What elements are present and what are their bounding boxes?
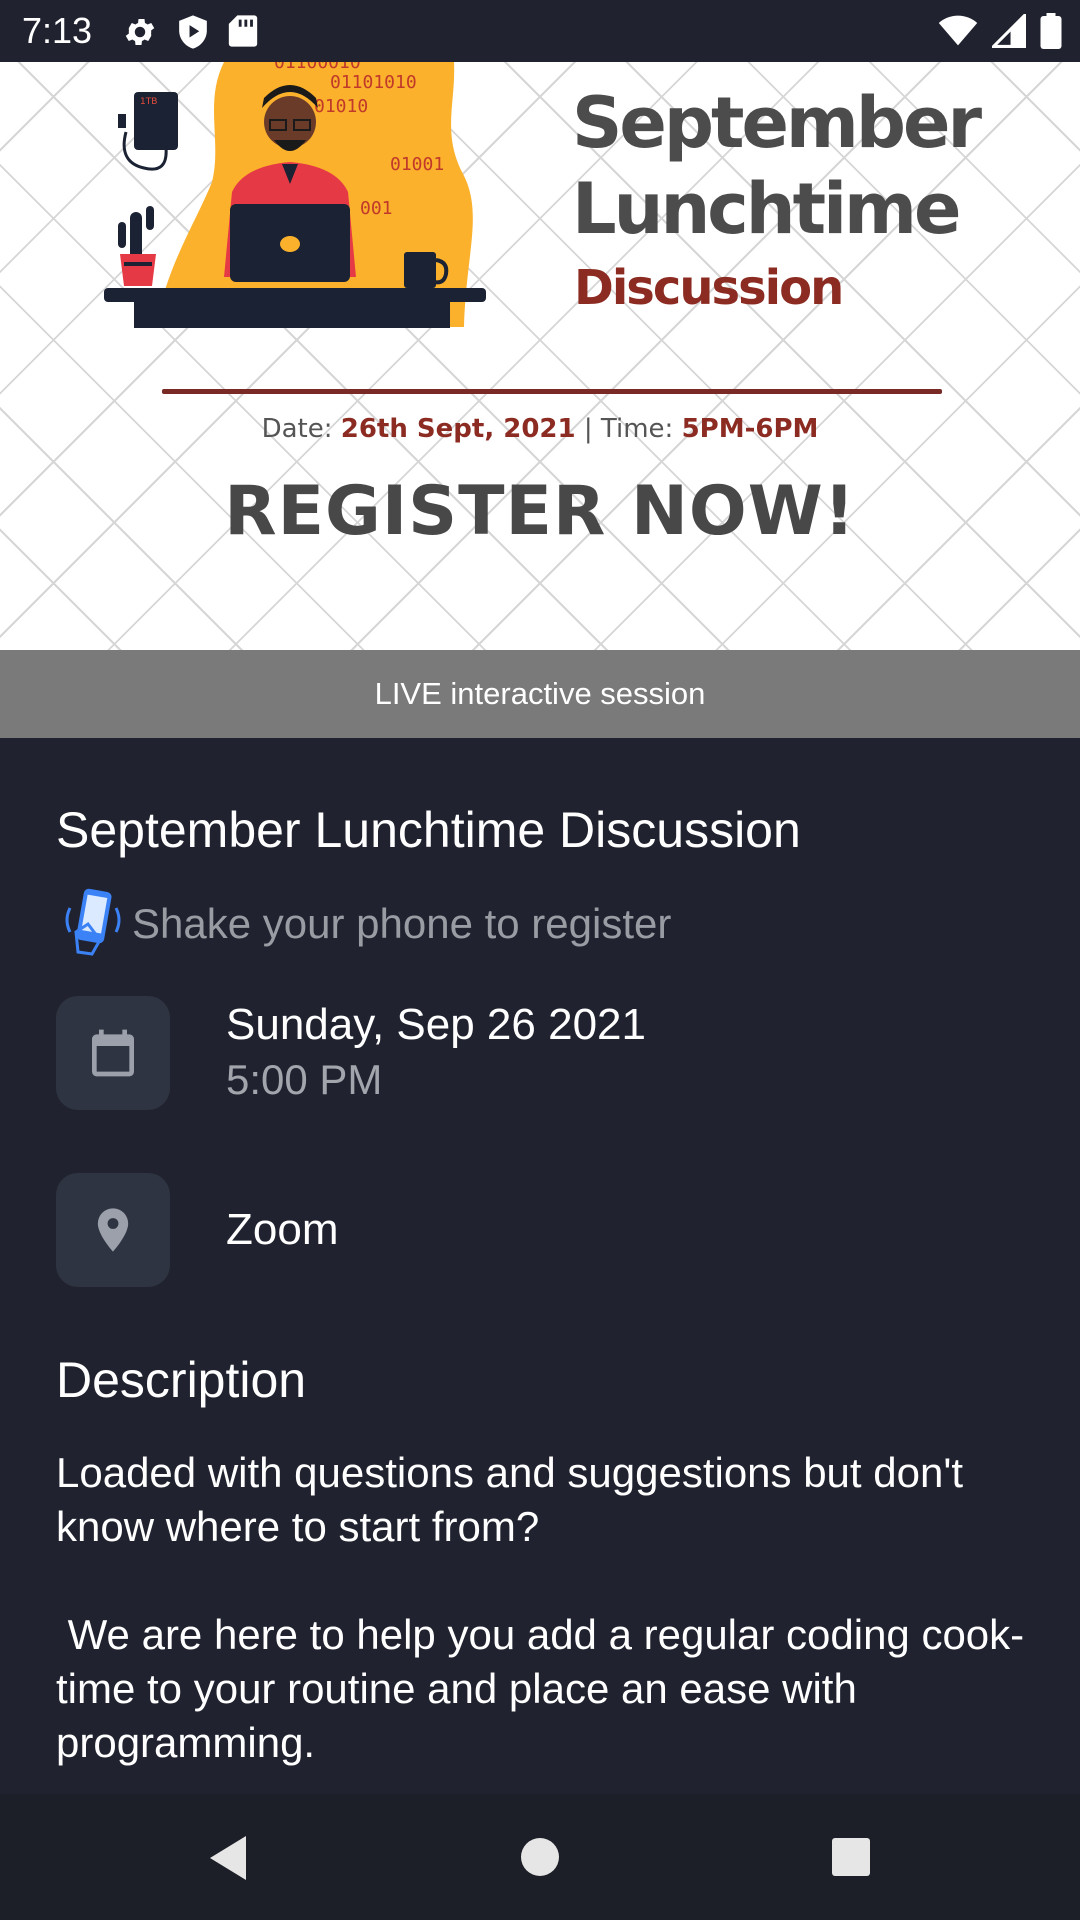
binary-text-5: 001 <box>360 198 393 219</box>
banner-title-line1: September <box>572 82 982 164</box>
binary-text-4: 01001 <box>390 154 444 175</box>
shake-to-register[interactable]: Shake your phone to register <box>62 884 671 963</box>
banner-title-accent: Discussion <box>574 260 844 316</box>
description-paragraph-1: Loaded with questions and suggestions bu… <box>56 1449 975 1550</box>
description-paragraph-2: We are here to help you add a regular co… <box>56 1611 1025 1766</box>
banner-divider <box>162 389 942 394</box>
back-icon[interactable] <box>206 1834 250 1887</box>
event-banner: 01100010 01101010 01010 01001 001 1TB Se… <box>0 62 1080 650</box>
event-location: Zoom <box>226 1205 339 1254</box>
date-row: Sunday, Sep 26 2021 5:00 PM <box>56 996 646 1110</box>
signal-icon <box>989 11 1026 53</box>
banner-dateline: Date: 26th Sept, 2021 | Time: 5PM-6PM <box>0 412 1080 446</box>
battery-icon <box>1040 13 1062 54</box>
shake-phone-icon <box>62 884 124 963</box>
time-label: | Time: <box>583 414 674 444</box>
location-icon-box <box>56 1173 170 1287</box>
drive-label: 1TB <box>140 97 157 107</box>
shake-hint-text: Shake your phone to register <box>132 899 672 947</box>
binary-text-2: 01101010 <box>330 72 417 93</box>
location-row[interactable]: Zoom <box>56 1173 338 1287</box>
event-date: Sunday, Sep 26 2021 <box>226 1000 646 1049</box>
wifi-icon <box>938 15 978 52</box>
event-time: 5:00 PM <box>226 1056 383 1103</box>
live-session-strip: LIVE interactive session <box>0 650 1080 738</box>
date-value: 26th Sept, 2021 <box>340 414 576 444</box>
banner-title-line2: Lunchtime <box>572 168 961 250</box>
status-bar: 7:13 <box>0 0 1080 62</box>
description-heading: Description <box>56 1352 307 1408</box>
status-time: 7:13 <box>22 10 93 51</box>
description-body: Loaded with questions and suggestions bu… <box>56 1446 1036 1770</box>
date-label: Date: <box>261 414 333 444</box>
calendar-icon-box <box>56 996 170 1110</box>
home-icon[interactable] <box>519 1836 561 1883</box>
gear-icon <box>122 14 158 55</box>
calendar-icon <box>92 1029 134 1077</box>
banner-title: September Lunchtime <box>572 80 1052 252</box>
binary-text-3: 01010 <box>314 96 368 117</box>
register-now-text: REGISTER NOW! <box>224 472 856 551</box>
developer-illustration: 01100010 01101010 01010 01001 001 1TB <box>104 62 486 328</box>
location-pin-icon <box>97 1208 129 1252</box>
recents-icon[interactable] <box>830 1836 872 1883</box>
event-title: September Lunchtime Discussion <box>56 802 801 858</box>
time-value: 5PM-6PM <box>681 414 819 444</box>
system-nav-bar <box>0 1794 1080 1920</box>
sd-card-icon <box>228 14 258 55</box>
shield-play-icon <box>176 14 210 55</box>
